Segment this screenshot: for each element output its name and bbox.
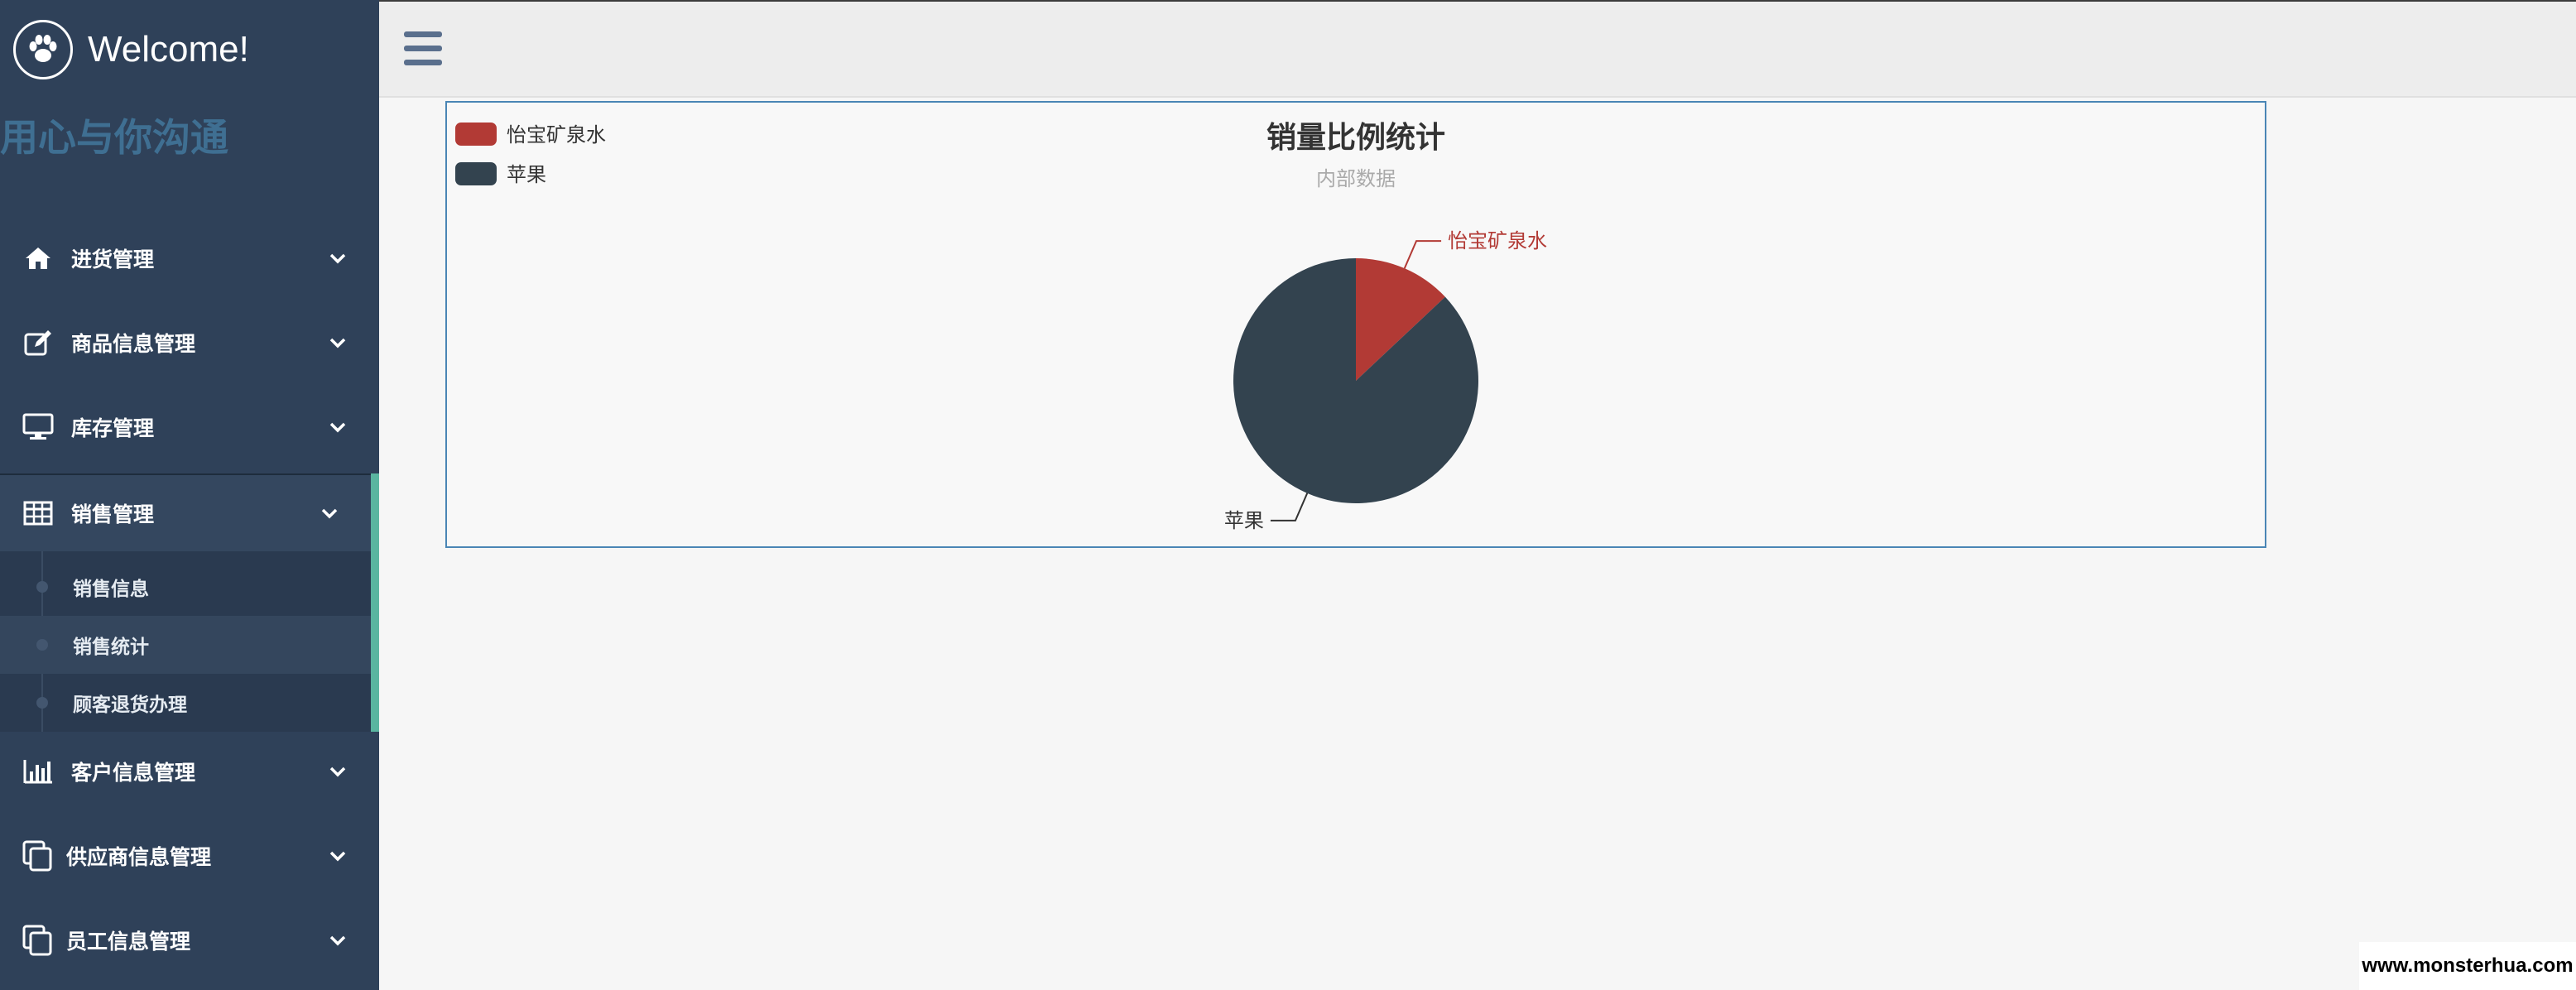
home-icon <box>22 242 55 275</box>
chart-title: 销量比例统计 <box>1266 121 1445 155</box>
submenu-item-sales-stats[interactable]: 销售统计 <box>0 616 371 674</box>
label-leader-line <box>1403 240 1442 269</box>
menu-item-inventory[interactable]: 库存管理 <box>0 387 379 467</box>
pie-chart: 销量比例统计 内部数据 怡宝矿泉水苹果 怡宝矿泉水苹果 <box>455 121 1547 532</box>
copy-icon <box>22 924 55 957</box>
brand[interactable]: Welcome! <box>13 20 249 79</box>
brand-title: Welcome! <box>88 29 249 70</box>
chart-legend: 怡宝矿泉水苹果 <box>455 123 606 186</box>
chevron-down-icon <box>329 935 346 946</box>
menu-item-label: 销售管理 <box>71 502 155 526</box>
tagline: 用心与你沟通 <box>0 115 228 160</box>
submenu-item-sales-info[interactable]: 销售信息 <box>0 558 371 616</box>
pie-slices <box>1233 258 1478 503</box>
legend-swatch <box>455 123 497 146</box>
submenu-item-label: 顾客退货办理 <box>73 694 187 716</box>
paw-icon <box>13 20 73 79</box>
menu-item-label: 员工信息管理 <box>66 930 191 954</box>
watermark: www.monsterhua.com <box>2359 942 2576 990</box>
legend-label: 怡宝矿泉水 <box>507 123 606 147</box>
copy-icon <box>22 839 55 872</box>
chart-subtitle: 内部数据 <box>1316 167 1396 190</box>
sales-ratio-chart-panel: 销量比例统计 内部数据 怡宝矿泉水 苹果 怡宝矿泉水 苹果 <box>445 101 2266 548</box>
table-icon <box>22 497 55 530</box>
sidebar: Welcome! 用心与你沟通 进货管理 商品信息管理 库存管理 销售管理 销售… <box>0 0 379 990</box>
chevron-down-icon <box>329 422 346 433</box>
menu-item-label: 库存管理 <box>71 416 155 440</box>
legend-label: 苹果 <box>507 163 546 186</box>
slice-label: 苹果 <box>1224 509 1264 532</box>
monitor-icon <box>22 411 55 444</box>
menu-item-label: 客户信息管理 <box>71 761 196 785</box>
menu-item-label: 供应商信息管理 <box>66 845 212 869</box>
bullet-icon <box>36 639 48 651</box>
legend-item[interactable]: 苹果 <box>455 162 546 186</box>
menu-item-supplier-info[interactable]: 供应商信息管理 <box>0 816 379 896</box>
chevron-down-icon <box>329 767 346 777</box>
menu-item-customer-info[interactable]: 客户信息管理 <box>0 732 379 811</box>
submenu-item-returns[interactable]: 顾客退货办理 <box>0 674 371 732</box>
sales-submenu: 销售信息 销售统计 顾客退货办理 <box>0 551 371 732</box>
chevron-down-icon <box>329 253 346 264</box>
submenu-item-label: 销售信息 <box>73 579 149 600</box>
chevron-down-icon <box>329 338 346 348</box>
bar-chart-icon <box>22 755 55 788</box>
menu-item-label: 商品信息管理 <box>71 332 196 356</box>
edit-icon <box>22 326 55 359</box>
active-indicator <box>371 473 379 732</box>
hamburger-menu-icon[interactable] <box>404 31 442 66</box>
bullet-icon <box>36 697 48 709</box>
slice-label: 怡宝矿泉水 <box>1448 229 1547 252</box>
menu-item-sales[interactable]: 销售管理 <box>0 473 379 553</box>
submenu-item-label: 销售统计 <box>73 637 149 658</box>
legend-item[interactable]: 怡宝矿泉水 <box>455 123 606 147</box>
label-leader-line <box>1270 493 1309 521</box>
chevron-down-icon <box>329 851 346 862</box>
bullet-icon <box>36 581 48 593</box>
menu-item-label: 进货管理 <box>71 248 155 272</box>
menu-item-purchase[interactable]: 进货管理 <box>0 219 379 298</box>
menu-item-product-info[interactable]: 商品信息管理 <box>0 303 379 382</box>
chevron-down-icon <box>321 508 338 519</box>
legend-swatch <box>455 162 497 185</box>
topbar <box>379 0 2576 98</box>
menu-item-employee-info[interactable]: 员工信息管理 <box>0 901 379 980</box>
